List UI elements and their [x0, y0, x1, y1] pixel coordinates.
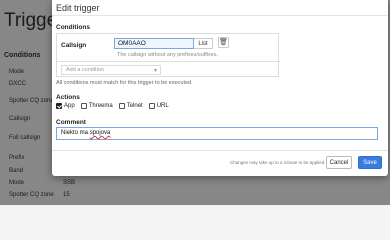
delete-condition-button[interactable]: 🗑 — [218, 37, 229, 48]
actions-group: App Threema Telnet URL — [56, 101, 175, 111]
chevron-down-icon: ▾ — [153, 68, 157, 74]
add-condition-select[interactable]: Add a condition ▾ — [61, 65, 161, 75]
divider — [57, 61, 280, 62]
modal-title: Edit trigger — [56, 3, 100, 13]
save-button[interactable]: Save — [358, 156, 382, 169]
modal-header: Edit trigger — [52, 0, 388, 16]
action-label: URL — [156, 103, 169, 109]
callsign-help-text: The callsign without any prefixes/suffix… — [117, 52, 219, 58]
actions-heading: Actions — [56, 94, 80, 101]
comment-heading: Comment — [56, 119, 86, 126]
trash-icon: 🗑 — [219, 39, 228, 46]
cancel-button[interactable]: Cancel — [326, 156, 352, 169]
action-label: Telnet — [126, 103, 143, 109]
action-url[interactable]: URL — [148, 103, 169, 109]
action-app[interactable]: App — [56, 103, 75, 109]
action-label: App — [64, 103, 75, 109]
action-threema[interactable]: Threema — [80, 103, 113, 109]
action-telnet[interactable]: Telnet — [118, 103, 143, 109]
conditions-table: Callsign List 🗑 The callsign without any… — [56, 33, 280, 77]
comment-text: Niekto ma — [61, 130, 90, 136]
action-label: Threema — [88, 103, 113, 109]
edit-trigger-modal: Edit trigger Conditions Callsign List 🗑 … — [52, 0, 388, 176]
conditions-note: All conditions must match for this trigg… — [56, 80, 193, 86]
comment-input[interactable]: Niekto ma spojova — [56, 127, 378, 140]
telnet-checkbox[interactable] — [118, 103, 125, 109]
footer-note: Changes may take up to a minute to be ap… — [230, 160, 326, 165]
url-checkbox[interactable] — [148, 103, 155, 109]
comment-misspelled-word: spojova — [89, 130, 111, 136]
condition-label: Callsign — [61, 42, 87, 49]
callsign-input[interactable] — [114, 38, 194, 49]
add-condition-placeholder: Add a condition — [66, 67, 104, 73]
app-checkbox[interactable] — [56, 103, 62, 109]
list-button[interactable]: List — [194, 38, 213, 49]
threema-checkbox[interactable] — [80, 103, 87, 109]
footer-divider — [52, 150, 388, 151]
conditions-heading: Conditions — [56, 24, 90, 31]
